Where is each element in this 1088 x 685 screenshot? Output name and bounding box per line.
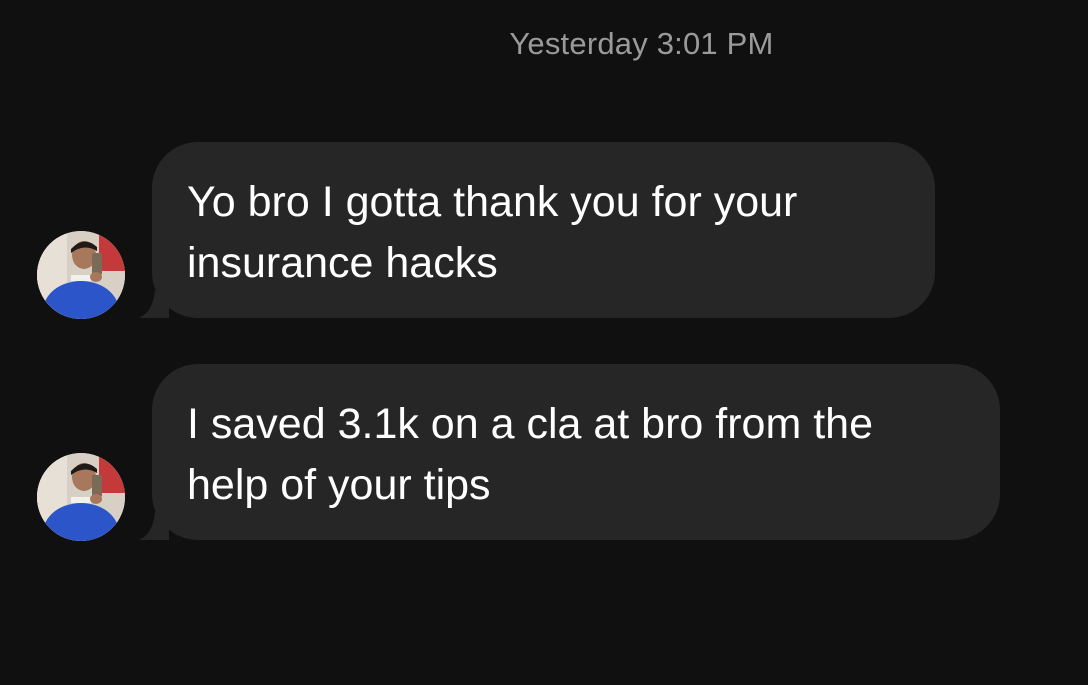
message-bubble[interactable]: I saved 3.1k on a cla at bro from the he… [152,364,1000,540]
user-avatar-icon[interactable] [37,453,125,541]
chat-screen: Yesterday 3:01 PM Yo bro I gotta thank y… [0,0,1088,685]
message-timestamp: Yesterday 3:01 PM [509,26,774,61]
user-avatar-icon[interactable] [37,231,125,319]
message-bubble[interactable]: Yo bro I gotta thank you for your insura… [152,142,935,318]
